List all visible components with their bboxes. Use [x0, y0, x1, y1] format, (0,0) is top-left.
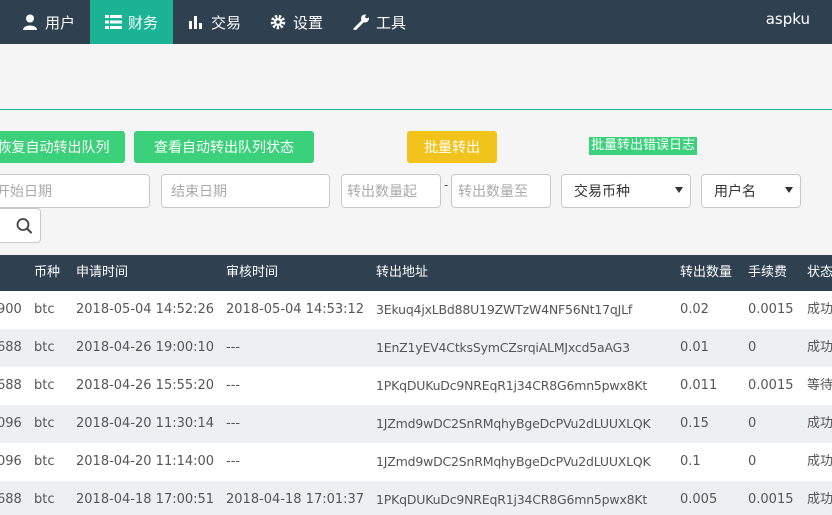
cell-review-time: 2018-04-18 17:01:37	[226, 492, 365, 507]
column-header-apply-time: 申请时间	[76, 265, 129, 280]
cell-address: 1JZmd9wDC2SnRMqhyBgeDcPVu2dLUUXLQK	[376, 454, 651, 469]
cell-uid: 096	[0, 416, 22, 431]
cell-coin: btc	[34, 378, 55, 393]
table-row: 900 btc 2018-05-04 14:52:26 2018-05-04 1…	[0, 291, 832, 329]
search-icon	[16, 218, 32, 234]
column-header-status: 状态	[807, 265, 832, 280]
column-header-fee: 手续费	[748, 265, 788, 280]
range-dash: -	[444, 178, 449, 192]
chevron-down-icon	[675, 187, 683, 193]
cell-amount: 0.011	[680, 378, 718, 393]
chevron-down-icon	[785, 187, 793, 193]
start-date-input[interactable]: 开始日期	[0, 174, 150, 208]
nav-item-label: 用户	[45, 13, 76, 32]
cell-amount: 0.15	[680, 416, 709, 431]
column-header-coin: 币种	[34, 265, 61, 280]
table-row: 096 btc 2018-04-20 11:14:00 --- 1JZmd9wD…	[0, 443, 832, 481]
cell-review-time: 2018-05-04 14:53:12	[226, 302, 365, 317]
cell-address: 1PKqDUKuDc9NREqR1j34CR8G6mn5pwx8Kt	[376, 492, 648, 507]
batch-error-log-link[interactable]: 批量转出错误日志	[589, 137, 698, 155]
cell-coin: btc	[34, 416, 55, 431]
cell-coin: btc	[34, 302, 55, 317]
cell-uid: 900	[0, 302, 22, 317]
nav-item-finance[interactable]: 财务	[90, 0, 173, 44]
cell-apply-time: 2018-05-04 14:52:26	[76, 302, 215, 317]
amount-from-input[interactable]: 转出数量起	[341, 174, 441, 208]
cell-address: 1PKqDUKuDc9NREqR1j34CR8G6mn5pwx8Kt	[376, 378, 648, 393]
nav-item-tools[interactable]: 工具	[353, 0, 406, 44]
top-nav: 用户 财务 交易 设置 工具 aspku	[0, 0, 832, 44]
cell-amount: 0.01	[680, 340, 709, 355]
nav-item-trade[interactable]: 交易	[188, 0, 241, 44]
cell-review-time: ---	[226, 416, 241, 431]
table-row: 688 btc 2018-04-26 19:00:10 --- 1EnZ1yEV…	[0, 329, 832, 367]
cell-amount: 0.005	[680, 492, 718, 507]
cell-status: 成功	[807, 454, 832, 469]
table-header: 币种 申请时间 审核时间 转出地址 转出数量 手续费 状态	[0, 255, 832, 291]
cell-review-time: ---	[226, 340, 241, 355]
cell-uid: 688	[0, 378, 22, 393]
cell-fee: 0.0015	[748, 378, 794, 393]
resume-queue-button[interactable]: 恢复自动转出队列	[0, 131, 125, 163]
cell-review-time: ---	[226, 378, 241, 393]
gear-icon	[270, 14, 286, 30]
table-row: 688 btc 2018-04-26 15:55:20 --- 1PKqDUKu…	[0, 367, 832, 405]
cell-status: 成功	[807, 416, 832, 431]
nav-item-users[interactable]: 用户	[22, 0, 75, 44]
user-icon	[23, 14, 37, 30]
cell-address: 1JZmd9wDC2SnRMqhyBgeDcPVu2dLUUXLQK	[376, 416, 651, 431]
column-header-address: 转出地址	[376, 265, 429, 280]
cell-status: 成功	[807, 302, 832, 317]
column-header-amount: 转出数量	[680, 265, 733, 280]
cell-apply-time: 2018-04-26 15:55:20	[76, 378, 215, 393]
nav-item-label: 交易	[211, 13, 242, 32]
cell-apply-time: 2018-04-20 11:14:00	[76, 454, 215, 469]
list-icon	[104, 15, 122, 29]
coin-select[interactable]: 交易币种	[561, 174, 691, 208]
cell-fee: 0.0015	[748, 302, 794, 317]
nav-item-label: 设置	[293, 13, 324, 32]
cell-uid: 688	[0, 340, 22, 355]
cell-fee: 0	[748, 340, 757, 355]
user-select[interactable]: 用户名	[701, 174, 801, 208]
nav-item-label: 财务	[127, 13, 158, 32]
batch-transfer-button[interactable]: 批量转出	[407, 131, 497, 163]
cell-amount: 0.1	[680, 454, 701, 469]
current-user[interactable]: aspku	[766, 0, 810, 38]
cell-address: 1EnZ1yEV4CtksSymCZsrqiALMJxcd5aAG3	[376, 340, 630, 355]
cell-uid: 688	[0, 492, 22, 507]
nav-item-label: 工具	[376, 13, 407, 32]
cell-review-time: ---	[226, 454, 241, 469]
view-queue-status-button[interactable]: 查看自动转出队列状态	[134, 131, 314, 163]
table-row: 688 btc 2018-04-18 17:00:51 2018-04-18 1…	[0, 481, 832, 515]
cell-address: 3Ekuq4jxLBd88U19ZWTzW4NF56Nt17qJLf	[376, 302, 633, 317]
nav-item-settings[interactable]: 设置	[270, 0, 323, 44]
cell-fee: 0.0015	[748, 492, 794, 507]
user-select-value: 用户名	[714, 184, 756, 200]
cell-apply-time: 2018-04-18 17:00:51	[76, 492, 215, 507]
section-divider	[0, 109, 832, 110]
cell-coin: btc	[34, 454, 55, 469]
cell-fee: 0	[748, 454, 757, 469]
coin-select-value: 交易币种	[574, 184, 630, 200]
table-row: 096 btc 2018-04-20 11:30:14 --- 1JZmd9wD…	[0, 405, 832, 443]
search-button[interactable]	[0, 208, 41, 243]
cell-amount: 0.02	[680, 302, 709, 317]
column-header-review-time: 审核时间	[226, 265, 279, 280]
wrench-icon	[353, 14, 369, 30]
cell-fee: 0	[748, 416, 757, 431]
cell-status: 成功	[807, 492, 832, 507]
end-date-input[interactable]: 结束日期	[161, 174, 330, 208]
cell-status: 成功	[807, 340, 832, 355]
cell-apply-time: 2018-04-26 19:00:10	[76, 340, 215, 355]
amount-to-input[interactable]: 转出数量至	[451, 174, 551, 208]
bar-chart-icon	[189, 16, 202, 29]
cell-coin: btc	[34, 492, 55, 507]
cell-uid: 096	[0, 454, 22, 469]
cell-status: 等待	[807, 378, 832, 393]
cell-coin: btc	[34, 340, 55, 355]
cell-apply-time: 2018-04-20 11:30:14	[76, 416, 215, 431]
